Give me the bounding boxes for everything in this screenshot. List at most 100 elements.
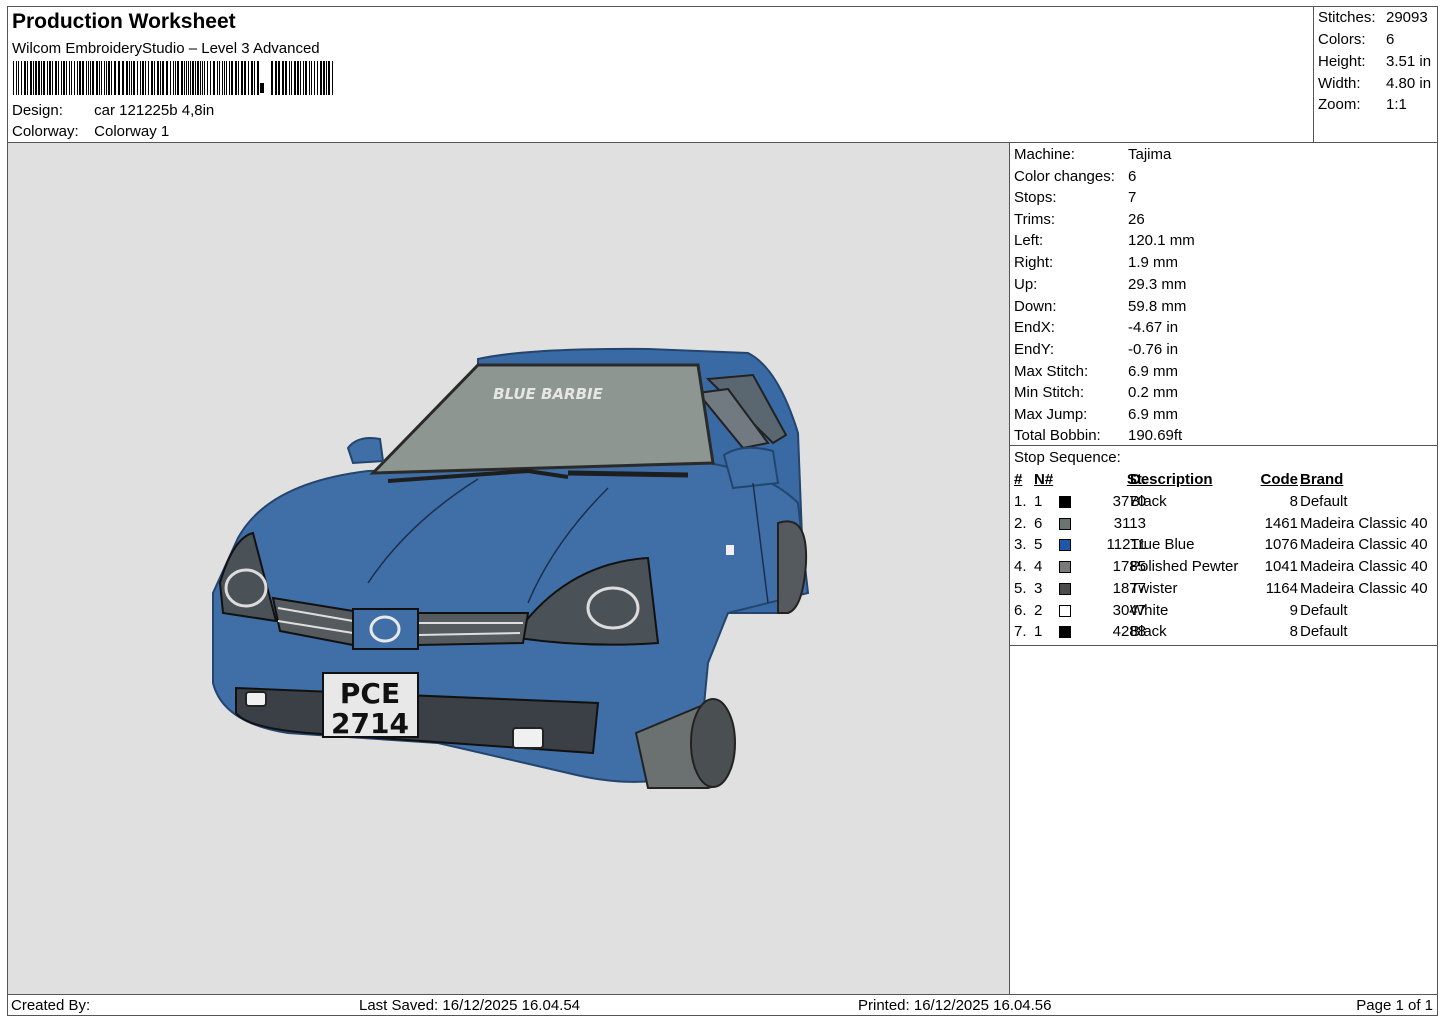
printed-date: Printed: 16/12/2025 16.04.56 [858,997,1052,1014]
thread-brand: Default [1300,493,1348,510]
machine-info-row: Machine: Tajima [1014,146,1171,163]
machine-info-row: Left: 120.1 mm [1014,232,1195,249]
stat-label: Stitches: [1318,9,1376,26]
stat-row: Width: 4.80 in [1318,75,1431,92]
info-label: Total Bobbin: [1014,427,1101,444]
info-label: Stops: [1014,189,1057,206]
thread-brand: Default [1300,623,1348,641]
info-label: EndX: [1014,319,1055,336]
color-swatch [1059,517,1071,530]
machine-info-row: Color changes: 6 [1014,168,1136,185]
info-value: 7 [1128,189,1137,206]
stat-value: 4.80 in [1386,75,1432,92]
info-value: 6.9 mm [1128,363,1179,380]
thread-code: 1041 [1264,558,1298,576]
info-label: Down: [1014,298,1057,315]
needle-number: 3 [1034,579,1043,597]
colorway-value: Colorway 1 [94,123,170,140]
machine-info-row: Total Bobbin: 190.69ft [1014,427,1182,444]
stop-index: 3. [1014,536,1027,554]
thread-description: True Blue [1130,536,1195,554]
design-row: Design: car 121225b 4,8in [12,102,214,119]
color-swatch [1059,626,1071,639]
stop-index: 4. [1014,558,1027,576]
needle-number: 1 [1034,623,1043,641]
needle-number: 1 [1034,493,1043,510]
stop-sequence-caption: Stop Sequence: [1014,449,1121,466]
machine-info-row: Stops: 7 [1014,189,1136,206]
stop-sequence-panel: Stop Sequence: # N# St. Description Code… [1010,446,1437,646]
worksheet-frame: Production Worksheet Wilcom EmbroiderySt… [7,6,1438,1016]
thread-description: White [1130,601,1169,619]
thread-code: 8 [1289,623,1298,641]
stop-index: 2. [1014,514,1027,532]
info-label: Min Stitch: [1014,384,1085,401]
info-label: Max Jump: [1014,406,1088,423]
created-by: Created By: [11,997,91,1014]
col-header-brand: Brand [1300,471,1344,488]
info-value: 120.1 mm [1128,232,1195,249]
machine-info-row: EndY: -0.76 in [1014,341,1178,358]
thread-code: 1461 [1264,514,1298,532]
col-header-description: Description [1130,471,1213,488]
thread-code: 8 [1289,493,1298,510]
color-swatch [1059,604,1071,617]
stat-row: Stitches: 29093 [1318,9,1428,26]
thread-description: Black [1130,623,1167,641]
design-stats-panel: Stitches: 29093 Colors: 6 Height: 3.51 in W… [1314,7,1437,143]
needle-number: 6 [1034,514,1043,532]
info-label: Left: [1014,232,1044,249]
color-swatch [1059,496,1071,508]
car-embroidery-design: BLUE BARBIE PCE 2714 [212,347,810,789]
needle-number: 2 [1034,601,1043,619]
info-label: Trims: [1014,211,1056,228]
thread-code: 9 [1289,601,1298,619]
thread-code: 1164 [1265,579,1298,597]
info-value: 190.69ft [1128,427,1183,444]
stat-row: Height: 3.51 in [1318,53,1431,70]
design-label: Design: [12,102,63,119]
machine-info-row: Trims: 26 [1014,211,1145,228]
info-value: 1.9 mm [1128,254,1179,271]
info-value: 59.8 mm [1128,298,1187,315]
info-value: 6 [1128,168,1137,185]
last-saved: Last Saved: 16/12/2025 16.04.54 [359,997,581,1014]
stat-label: Zoom: [1318,96,1361,113]
stop-index: 7. [1014,623,1027,641]
col-header-needle: N# [1034,471,1054,488]
stop-index: 5. [1014,579,1027,597]
machine-info-row: Max Stitch: 6.9 mm [1014,363,1178,380]
col-header-code: Code [1260,471,1299,488]
info-value: 6.9 mm [1128,406,1179,423]
machine-info-panel: Machine: Tajima Color changes: 6 Stops: 7 T… [1010,143,1437,446]
plate-line-2: 2714 [331,707,409,740]
color-swatch [1059,582,1071,595]
thread-brand: Default [1300,601,1348,619]
stat-value: 6 [1386,31,1395,48]
info-value: 26 [1128,211,1145,228]
thread-brand: Madeira Classic 40 [1300,558,1428,576]
stop-index: 6. [1014,601,1027,619]
needle-number: 5 [1034,536,1043,554]
barcode-image [13,61,333,95]
stat-value: 3.51 in [1386,53,1432,70]
info-value: -0.76 in [1128,341,1179,358]
windshield-text: BLUE BARBIE [493,385,603,403]
design-preview-canvas: BLUE BARBIE PCE 2714 [8,143,1010,994]
info-value: -4.67 in [1128,319,1179,336]
info-label: Right: [1014,254,1054,271]
info-value: 29.3 mm [1128,276,1187,293]
thread-code: 1076 [1264,536,1298,554]
info-label: Max Stitch: [1014,363,1089,380]
stat-label: Width: [1318,75,1361,92]
stat-row: Zoom: 1:1 [1318,96,1407,113]
thread-brand: Madeira Classic 40 [1300,536,1428,554]
stat-row: Colors: 6 [1318,31,1394,48]
color-swatch [1059,539,1071,552]
footer-bar: Created By: Last Saved: 16/12/2025 16.04… [8,994,1437,1015]
thread-brand: Madeira Classic 40 [1300,514,1428,532]
machine-info-row: Up: 29.3 mm [1014,276,1186,293]
stat-label: Height: [1318,53,1366,70]
info-label: Color changes: [1014,168,1115,185]
col-header-num: # [1014,471,1023,488]
